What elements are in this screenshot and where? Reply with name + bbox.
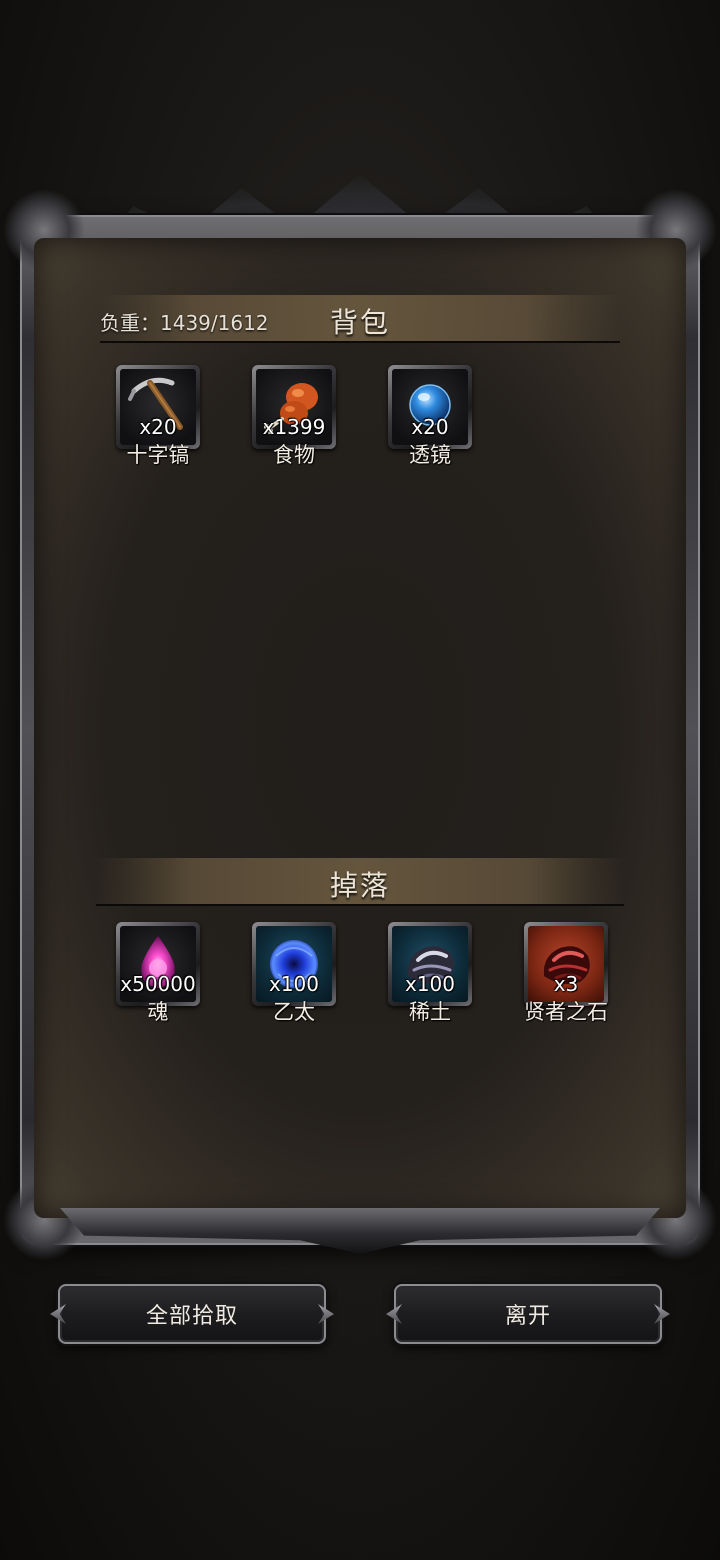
drops-header: 掉落: [96, 858, 624, 906]
drops-title: 掉落: [329, 869, 390, 902]
item-name: 稀土: [409, 1000, 451, 1024]
item-count: x1399: [262, 415, 326, 439]
backpack-title: 背包: [329, 306, 390, 339]
item-count: x20: [139, 415, 177, 439]
backpack-item-grid: x20 十字镐 x1399 食物 x20 透镜: [116, 365, 472, 473]
item-count: x100: [268, 972, 319, 996]
backpack-header: 负重：1439/1612 背包: [100, 295, 620, 343]
pickup-all-button[interactable]: 全部拾取: [58, 1284, 326, 1344]
drops-item-grid: x50000 魂 x100 乙太 x100 稀土 x3 贤者之石: [116, 922, 608, 1030]
backpack-item-pickaxe[interactable]: x20 十字镐: [116, 365, 200, 473]
drop-item-philosopher-stone[interactable]: x3 贤者之石: [524, 922, 608, 1030]
item-name: 透镜: [409, 443, 451, 467]
frame-bottom-ornament: [60, 1208, 660, 1254]
item-count: x3: [553, 972, 579, 996]
item-name: 贤者之石: [524, 1000, 608, 1024]
drop-item-soul[interactable]: x50000 魂: [116, 922, 200, 1030]
leave-button[interactable]: 离开: [394, 1284, 662, 1344]
item-name: 食物: [273, 443, 315, 467]
item-count: x20: [411, 415, 449, 439]
item-count: x100: [404, 972, 455, 996]
backpack-item-food[interactable]: x1399 食物: [252, 365, 336, 473]
item-name: 魂: [147, 1000, 169, 1024]
item-name: 十字镐: [126, 443, 190, 467]
item-name: 乙太: [273, 1000, 315, 1024]
drop-item-ether[interactable]: x100 乙太: [252, 922, 336, 1030]
item-count: x50000: [120, 972, 196, 996]
backpack-item-lens[interactable]: x20 透镜: [388, 365, 472, 473]
drop-item-rare-earth[interactable]: x100 稀土: [388, 922, 472, 1030]
